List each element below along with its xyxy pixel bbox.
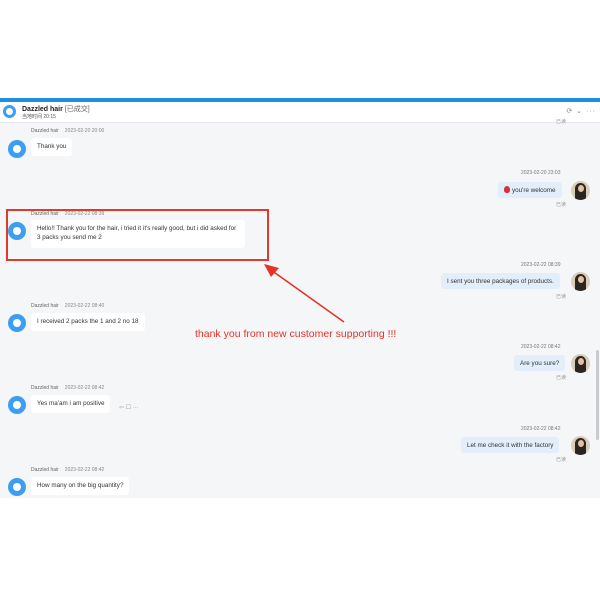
- contact-avatar[interactable]: [3, 105, 16, 118]
- message-time: 2023-02-22 08:39: [521, 262, 561, 268]
- scrollbar[interactable]: [596, 350, 599, 440]
- message-time: 2023-02-20 23:03: [521, 170, 561, 176]
- chat-window: Dazzled hair [已成交] 当地时间 20:15 ⟳ ⌄ ··· 已读 …: [0, 98, 600, 498]
- contact-avatar[interactable]: [8, 396, 26, 414]
- message-bubble[interactable]: Are you sure?: [514, 355, 566, 371]
- contact-avatar[interactable]: [8, 140, 26, 158]
- message-meta: Dazzled hair 2023-02-22 08:40: [31, 303, 105, 309]
- message-time: 2023-02-22 08:42: [521, 426, 561, 432]
- message-meta: Dazzled hair 2023-02-22 08:42: [31, 467, 105, 473]
- message-bubble[interactable]: How many on the big quantity?: [31, 477, 130, 495]
- contact-avatar[interactable]: [8, 314, 26, 332]
- rose-icon: [504, 186, 510, 193]
- last-active-time: 当地时间 20:15: [22, 114, 56, 120]
- header-actions-icon[interactable]: ⟳ ⌄ ···: [566, 107, 596, 115]
- contact-avatar[interactable]: [8, 478, 26, 496]
- message-actions-icon[interactable]: ⇦ ☐ ···: [119, 404, 139, 411]
- message-bubble[interactable]: Yes ma'am i am positive: [31, 395, 111, 413]
- user-avatar[interactable]: [571, 181, 590, 200]
- read-status: 已读: [556, 202, 567, 208]
- read-status: 已读: [556, 375, 567, 381]
- chat-header: Dazzled hair [已成交] 当地时间 20:15 ⟳ ⌄ ···: [0, 102, 600, 123]
- annotation-text: thank you from new customer supporting !…: [195, 328, 397, 340]
- read-status: 已读: [556, 457, 567, 463]
- message-bubble[interactable]: I received 2 packs the 1 and 2 no 18: [31, 313, 145, 331]
- message-meta: Dazzled hair 2023-02-22 08:42: [31, 385, 105, 391]
- user-avatar[interactable]: [571, 354, 590, 373]
- user-avatar[interactable]: [571, 272, 590, 291]
- highlight-box: [6, 209, 269, 261]
- message-meta: Dazzled hair 2023-02-20 20:00: [31, 128, 105, 134]
- annotation-arrow-icon: [264, 264, 345, 323]
- user-avatar[interactable]: [571, 436, 590, 455]
- read-status: 已读: [556, 294, 567, 300]
- message-time: 2023-02-22 08:42: [521, 344, 561, 350]
- read-status: 已读: [556, 119, 567, 125]
- message-bubble[interactable]: Let me check it with the factory: [461, 437, 560, 453]
- contact-tag: [已成交]: [64, 106, 90, 113]
- message-bubble[interactable]: you're welcome: [498, 182, 562, 198]
- message-bubble[interactable]: Thank you: [31, 138, 73, 156]
- message-bubble[interactable]: I sent you three packages of products.: [441, 273, 560, 289]
